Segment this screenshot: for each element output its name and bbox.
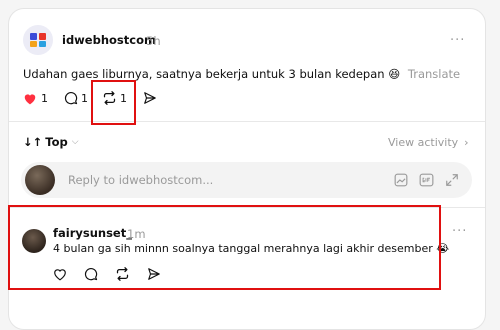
image-icon[interactable] bbox=[394, 173, 408, 187]
gif-icon[interactable] bbox=[419, 173, 434, 187]
post-divider bbox=[9, 121, 485, 122]
reply-input-box[interactable]: Reply to idwebhostcom... bbox=[21, 162, 472, 198]
reply-count: 1 bbox=[81, 91, 88, 105]
share-button[interactable] bbox=[143, 91, 157, 105]
reply-placeholder: Reply to idwebhostcom... bbox=[68, 173, 214, 187]
chevron-right-icon: › bbox=[464, 136, 469, 149]
like-button[interactable]: 1 bbox=[23, 92, 48, 105]
view-activity-link[interactable]: View activity › bbox=[388, 136, 469, 149]
expand-icon[interactable] bbox=[445, 173, 459, 187]
post-time: 5h bbox=[146, 34, 161, 48]
idwebhost-avatar[interactable] bbox=[23, 25, 53, 55]
sort-label: Top bbox=[45, 135, 68, 149]
reply-highlight-box bbox=[8, 205, 441, 290]
post-text: Udahan gaes liburnya, saatnya bekerja un… bbox=[23, 67, 401, 81]
sort-dropdown[interactable]: ↓↑ Top ⌵ bbox=[23, 135, 79, 149]
view-activity-label: View activity bbox=[388, 136, 459, 149]
translate-link[interactable]: Translate bbox=[408, 67, 460, 81]
comment-icon bbox=[64, 92, 78, 105]
send-icon bbox=[144, 92, 156, 104]
idwebhost-logo-icon bbox=[30, 33, 46, 47]
post-username[interactable]: idwebhostcom bbox=[62, 33, 156, 47]
reply-more-button[interactable]: ··· bbox=[452, 224, 467, 239]
reply-button[interactable]: 1 bbox=[64, 91, 88, 105]
post-more-button[interactable]: ··· bbox=[450, 33, 465, 48]
chevron-down-icon: ⌵ bbox=[71, 137, 79, 147]
sort-icon: ↓↑ bbox=[23, 135, 43, 149]
current-user-avatar bbox=[25, 165, 55, 195]
like-count: 1 bbox=[41, 91, 48, 105]
post-text-line: Udahan gaes liburnya, saatnya bekerja un… bbox=[23, 67, 483, 81]
repost-highlight-box bbox=[91, 80, 136, 125]
post-actions: 1 1 1 bbox=[23, 91, 157, 105]
heart-filled-icon bbox=[24, 93, 36, 104]
